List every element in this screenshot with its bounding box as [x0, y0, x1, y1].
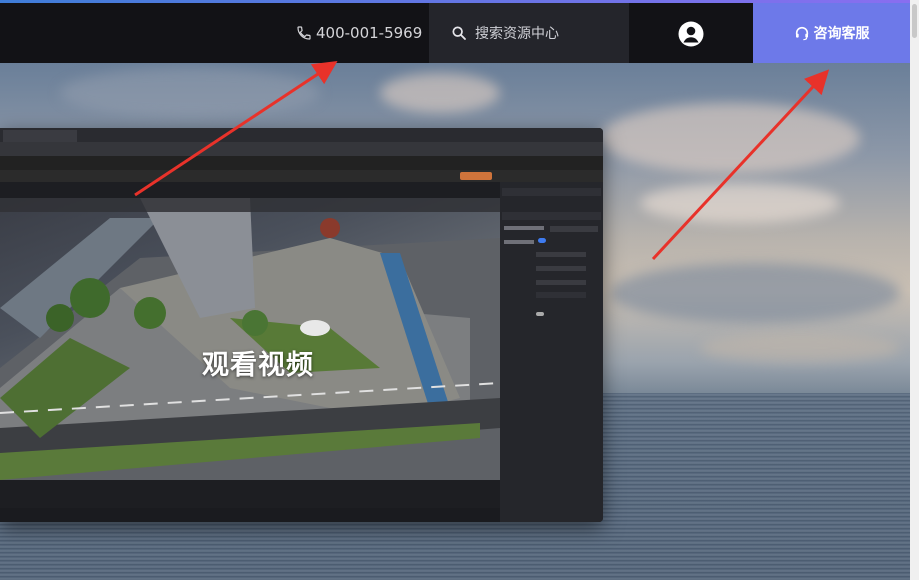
- annotation-arrows: [134, 61, 830, 261]
- arrow-to-phone: [134, 61, 338, 197]
- scrollbar-thumb[interactable]: [912, 4, 917, 38]
- page-scrollbar[interactable]: [910, 0, 919, 580]
- arrow-to-consult: [651, 69, 830, 261]
